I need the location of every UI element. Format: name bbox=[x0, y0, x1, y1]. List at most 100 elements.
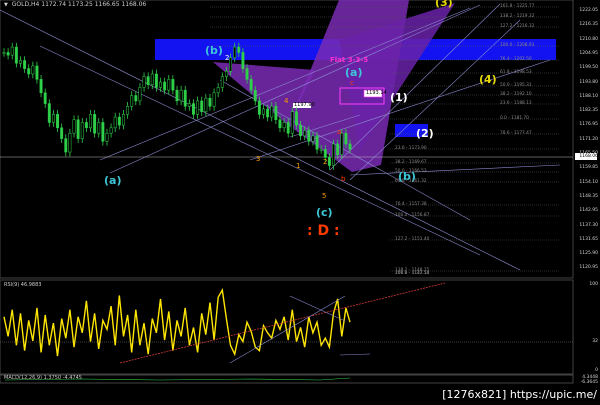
price-axis-tick: 1148.35 bbox=[579, 193, 598, 199]
price-bar-body bbox=[237, 46, 241, 53]
minor-wave-b: b bbox=[341, 175, 346, 183]
minor-wave-5: 5 bbox=[322, 192, 327, 200]
price-bar-body bbox=[307, 130, 311, 142]
price-axis-tick: 1176.95 bbox=[579, 122, 598, 128]
price-bar-body bbox=[315, 135, 319, 150]
price-bar-body bbox=[319, 149, 323, 151]
price-bar-body bbox=[2, 52, 6, 54]
fib-level-label: 50.0 - 1166.53 bbox=[395, 169, 427, 174]
macd-indicator-label: MACD(12,26,9) 1.3750 -4.4745 bbox=[4, 375, 82, 381]
fib-level-label: 161.8 - 1225.77 bbox=[500, 4, 535, 9]
price-bar-body bbox=[179, 89, 183, 102]
price-bar-body bbox=[60, 127, 64, 139]
price-bar-body bbox=[89, 114, 92, 129]
price-bar-body bbox=[323, 149, 327, 158]
fib-level-label: 38.2 - 1169.67 bbox=[395, 160, 427, 165]
price-bar-body bbox=[200, 100, 204, 112]
price-bar-body bbox=[282, 122, 286, 129]
price-axis-tick: 1125.90 bbox=[579, 251, 598, 257]
price-bar-body bbox=[27, 68, 31, 75]
price-bar-body bbox=[109, 127, 113, 134]
price-bar-body bbox=[196, 100, 200, 115]
price-bar-body bbox=[311, 135, 315, 142]
wave-label-4: (4) bbox=[479, 73, 497, 86]
price-bar-body bbox=[122, 114, 125, 126]
price-bar-body bbox=[233, 46, 237, 59]
price-bar-body bbox=[97, 122, 101, 134]
price-bar-body bbox=[208, 97, 212, 107]
price-bar-body bbox=[286, 122, 290, 134]
price-bar-body bbox=[14, 46, 18, 64]
fib-level-label: 78.6 - 1177.47 bbox=[500, 131, 532, 136]
price-bar-body bbox=[327, 157, 331, 166]
price-bar-body bbox=[126, 106, 130, 115]
price-bar-body bbox=[84, 122, 88, 129]
price-axis-tick: 1171.20 bbox=[579, 136, 598, 142]
price-bar-body bbox=[113, 116, 117, 129]
ohlc-values: 1172.74 1173.25 1166.65 1168.06 bbox=[41, 1, 147, 8]
price-bar-body bbox=[175, 89, 179, 102]
rsi-axis-top: 100 bbox=[589, 282, 598, 287]
price-bar-body bbox=[245, 68, 249, 80]
price-bar-body bbox=[51, 114, 55, 123]
price-bar-body bbox=[72, 119, 76, 134]
price-bar-body bbox=[146, 76, 150, 86]
price-bar-body bbox=[253, 89, 257, 102]
price-bar-body bbox=[348, 143, 352, 150]
fib-level-label: 76.4 - 1202.50 bbox=[500, 57, 532, 62]
price-bar-body bbox=[332, 143, 335, 166]
price-axis-tick: 1182.35 bbox=[579, 108, 598, 114]
price-bar-body bbox=[117, 116, 121, 126]
price-bar-body bbox=[187, 103, 191, 107]
fib-level-label: 127.2 - 1216.32 bbox=[500, 24, 535, 29]
fib-level-label: 76.4 - 1157.38 bbox=[395, 202, 427, 207]
pattern-point-d: : D : bbox=[307, 223, 340, 239]
price-bar-body bbox=[80, 122, 84, 139]
price-bar-body bbox=[192, 103, 195, 115]
wave-label-1: (1) bbox=[390, 91, 408, 104]
wave-label-3: (3) bbox=[435, 0, 453, 9]
wave-label-c: (c) bbox=[316, 206, 333, 219]
price-bar-body bbox=[154, 73, 158, 88]
price-bar-body bbox=[93, 114, 97, 134]
target-box-text: 1193.14 bbox=[366, 90, 387, 96]
price-bar-body bbox=[10, 46, 14, 56]
price-bar-body bbox=[163, 81, 167, 91]
price-bar-body bbox=[130, 95, 134, 107]
price-axis-tick: 1199.50 bbox=[579, 65, 598, 71]
minor-wave-a: a bbox=[337, 128, 342, 136]
price-bar-body bbox=[204, 97, 208, 112]
macd-axis-bottom: -6.3645 bbox=[580, 380, 598, 385]
price-bar-body bbox=[241, 52, 245, 69]
price-bar-body bbox=[167, 79, 171, 91]
price-bar-body bbox=[344, 132, 348, 145]
price-bar-body bbox=[64, 138, 68, 153]
fib-level-label: 50.0 - 1195.31 bbox=[500, 83, 532, 88]
price-bar-body bbox=[43, 92, 47, 104]
price-axis-tick: 1204.95 bbox=[579, 50, 598, 56]
minor-wave-2: 2 bbox=[225, 54, 230, 62]
rsi-axis-bottom: 0 bbox=[595, 368, 598, 373]
watermark: [1276x821] https://upic.me/ bbox=[442, 388, 597, 401]
price-bar-body bbox=[266, 108, 270, 118]
fib-level-label: 61.8 - 1198.53 bbox=[500, 70, 532, 75]
price-bar-body bbox=[262, 108, 265, 115]
collapse-triangle-icon[interactable]: ▼ bbox=[4, 2, 8, 8]
price-axis-tick: 1120.95 bbox=[579, 265, 598, 271]
wave-label-a-left: (a) bbox=[104, 174, 122, 187]
fib-level-label: 100.0 - 1208.93 bbox=[500, 43, 535, 48]
price-axis-tick: 1142.95 bbox=[579, 208, 598, 214]
price-axis-tick: 1210.80 bbox=[579, 36, 598, 42]
price-bar-body bbox=[212, 92, 216, 107]
price-bar-body bbox=[68, 132, 72, 153]
price-bar-body bbox=[336, 143, 340, 155]
price-bar-body bbox=[216, 87, 220, 94]
price-bar-body bbox=[171, 79, 175, 91]
fib-level-label: 138.2 - 1219.32 bbox=[500, 14, 535, 19]
fib-level-label: 61.8 - 1161.32 bbox=[395, 179, 427, 184]
minor-wave-3: 3 bbox=[256, 155, 261, 163]
price-bar-body bbox=[142, 76, 146, 88]
price-bar-body bbox=[159, 81, 162, 88]
price-axis-tick: 1154.10 bbox=[579, 179, 598, 185]
minor-wave-4: 4 bbox=[284, 97, 289, 105]
